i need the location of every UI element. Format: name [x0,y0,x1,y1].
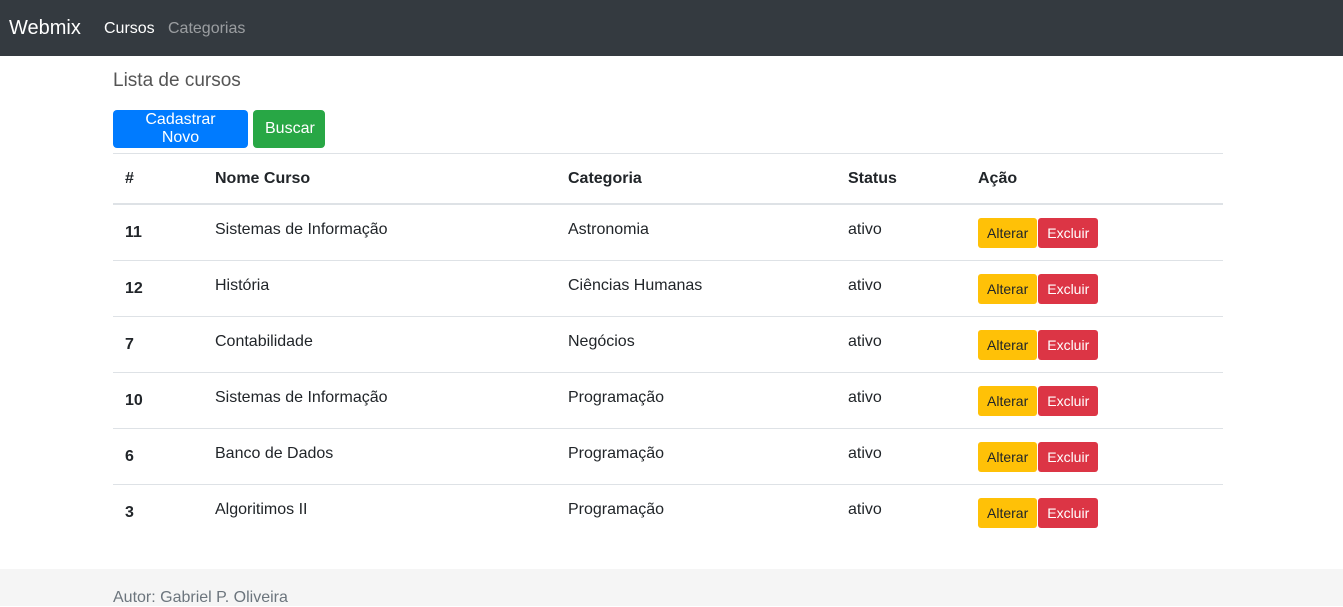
edit-button[interactable]: Alterar [978,217,1038,248]
nav-link-categorias[interactable]: Categorias [168,19,245,39]
row-actions: Alterar Excluir [966,204,1223,261]
row-status: ativo [836,257,966,314]
edit-button[interactable]: Alterar [978,441,1038,472]
row-course-name: Banco de Dados [203,425,556,482]
row-status: ativo [836,425,966,482]
row-actions: Alterar Excluir [966,428,1223,485]
row-category: Negócios [556,313,836,370]
row-actions: Alterar Excluir [966,485,1223,541]
edit-button[interactable]: Alterar [978,273,1038,304]
table-row: 10 Sistemas de Informação Programação ativo… [113,369,1223,429]
row-id: 6 [113,428,203,485]
search-button[interactable]: Buscar [253,110,325,148]
delete-button[interactable]: Excluir [1038,329,1099,360]
brand-link[interactable]: Webmix [9,16,81,40]
header-category: Categoria [556,153,836,205]
row-course-name: Sistemas de Informação [203,369,556,426]
row-actions: Alterar Excluir [966,260,1223,317]
table-body: 11 Sistemas de Informação Astronomia ativo A… [113,201,1223,541]
header-action: Ação [966,153,1223,205]
table-row: 6 Banco de Dados Programação ativo Alterar Ex… [113,425,1223,485]
table-header-row: # Nome Curso Categoria Status Ação [113,153,1223,205]
row-id: 3 [125,503,134,521]
row-id: 11 [113,204,203,261]
row-id: 7 [113,316,203,373]
table-row: 12 História Ciências Humanas ativo Alterar Ex… [113,257,1223,317]
header-name: Nome Curso [203,153,556,205]
table-row: 3 Algoritimos II Programação ativo Alterar Ex… [113,485,1223,541]
new-course-button[interactable]: Cadastrar Novo [113,110,248,148]
edit-button[interactable]: Alterar [978,385,1038,416]
page-title: Lista de cursos [113,70,241,91]
row-course-name: Sistemas de Informação [203,201,556,258]
delete-button[interactable]: Excluir [1038,385,1099,416]
row-id: 10 [113,372,203,429]
courses-table: # Nome Curso Categoria Status Ação 11 Sis… [113,153,1223,540]
row-actions: Alterar Excluir [966,372,1223,429]
row-course-name: História [203,257,556,314]
row-category: Astronomia [556,201,836,258]
nav-link-cursos[interactable]: Cursos [104,19,155,39]
row-category: Programação [556,369,836,426]
row-status: ativo [836,313,966,370]
row-category: Ciências Humanas [556,257,836,314]
row-category: Programação [556,425,836,482]
header-id: # [113,153,203,205]
row-status: ativo [836,201,966,258]
delete-button[interactable]: Excluir [1038,497,1099,528]
table-row: 11 Sistemas de Informação Astronomia ativo A… [113,201,1223,261]
row-status: ativo [836,369,966,426]
header-status: Status [836,153,966,205]
edit-button[interactable]: Alterar [978,497,1038,528]
delete-button[interactable]: Excluir [1038,273,1099,304]
table-row: 7 Contabilidade Negócios ativo Alterar Exclui… [113,313,1223,373]
footer-author: Autor: Gabriel P. Oliveira [113,589,288,606]
row-course-name: Contabilidade [203,313,556,370]
footer: Autor: Gabriel P. Oliveira [0,569,1343,606]
row-course-name: Algoritimos II [215,500,308,518]
row-status: ativo [848,500,882,518]
top-navbar: Webmix Cursos Categorias [0,0,1343,56]
row-category: Programação [568,500,665,518]
edit-button[interactable]: Alterar [978,329,1038,360]
delete-button[interactable]: Excluir [1038,441,1099,472]
row-id: 12 [113,260,203,317]
delete-button[interactable]: Excluir [1038,217,1099,248]
row-actions: Alterar Excluir [966,316,1223,373]
